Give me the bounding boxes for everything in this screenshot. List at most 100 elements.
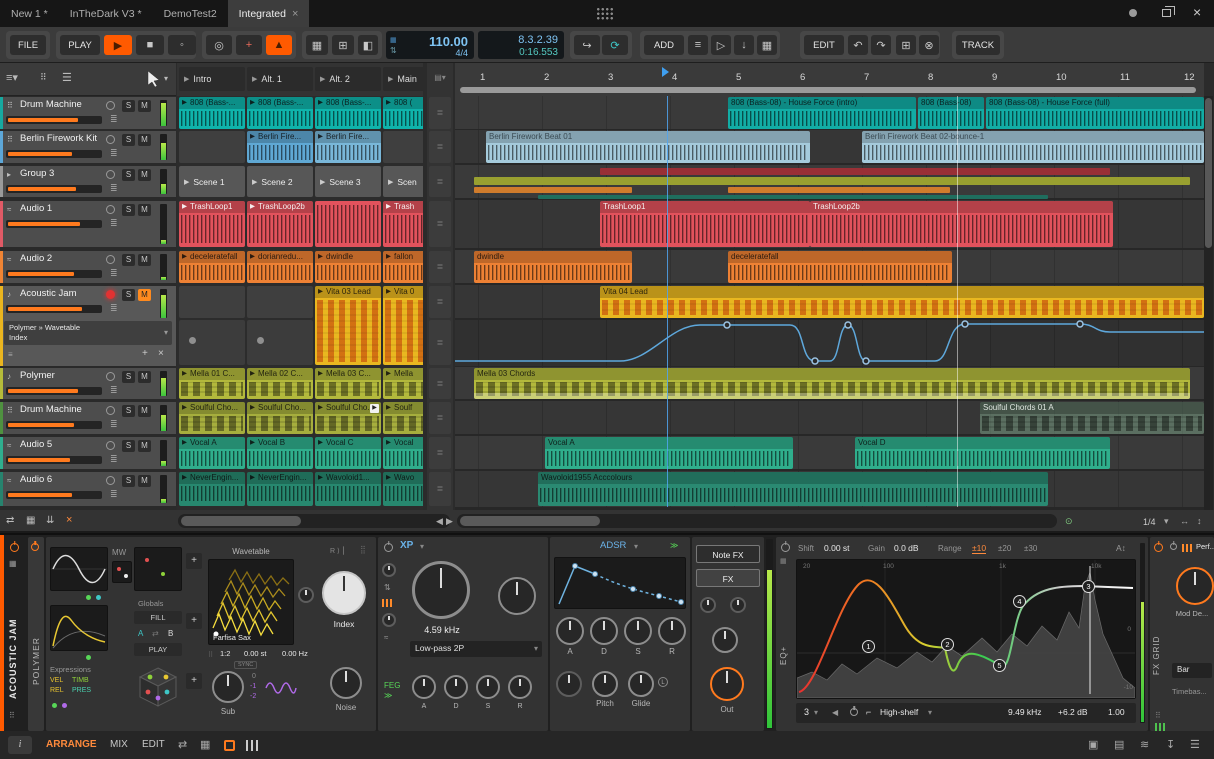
automation-curve[interactable] — [455, 320, 1204, 366]
scene-header[interactable]: ▶ Intro — [179, 67, 245, 91]
arranger-clip[interactable]: TrashLoop1 — [600, 201, 810, 247]
browser-panel-icon[interactable]: ▦ — [757, 35, 777, 55]
volume-slider[interactable] — [6, 456, 102, 464]
chevron-down-icon[interactable]: ▾ — [634, 542, 638, 551]
bar-dropdown[interactable]: Bar — [1172, 663, 1212, 678]
sustain-knob[interactable] — [624, 617, 652, 645]
clip-play-icon[interactable]: ▶ — [318, 437, 323, 449]
grid-resolution-value[interactable]: 1/4 — [1143, 517, 1156, 527]
duplicate-icon[interactable]: ⊞ — [896, 35, 916, 55]
eq-band-3-handle[interactable]: 3 — [1082, 580, 1095, 593]
track-list-menu-icon[interactable]: ≡▾ — [6, 71, 18, 84]
clip-play-icon[interactable]: ▶ — [250, 472, 255, 484]
range-20-option[interactable]: ±20 — [998, 544, 1011, 553]
wavetable-display[interactable]: Farfisa Sax — [208, 559, 294, 645]
playhead-marker[interactable] — [662, 67, 669, 77]
import-icon[interactable]: ↓ — [734, 35, 754, 55]
track-row[interactable]: ⠿ Drum Machine S M ≣ — [0, 97, 176, 129]
swap-panels-icon[interactable]: ⇄ — [6, 515, 14, 526]
sync-badge[interactable]: SYNC — [234, 661, 258, 669]
stop-clip-button[interactable]: ≣ — [429, 97, 451, 129]
solo-button[interactable]: S — [122, 371, 135, 383]
project-tab-active[interactable]: Integrated × — [227, 0, 310, 27]
record-button[interactable]: ◦ — [168, 35, 196, 55]
arranger-clip[interactable]: dwindle — [474, 251, 632, 283]
xy-pad[interactable] — [112, 561, 132, 583]
mute-button[interactable]: M — [138, 254, 151, 266]
launcher-clip[interactable]: ▶ Berlin Fire... — [315, 131, 381, 163]
add-oscillator-button[interactable]: + — [186, 553, 202, 569]
arm-button[interactable] — [106, 476, 115, 485]
launcher-clip[interactable]: ▶ Trash — [383, 201, 423, 247]
arm-button[interactable] — [106, 135, 115, 144]
track-options-icon[interactable]: ≣ — [110, 303, 118, 314]
track-name[interactable]: Drum Machine — [20, 404, 82, 415]
launcher-clip[interactable]: ▶ Vocal — [383, 437, 423, 469]
volume-slider[interactable] — [6, 421, 102, 429]
module-power-icon[interactable] — [1170, 543, 1177, 550]
arm-button[interactable] — [106, 205, 115, 214]
tool-dropdown-icon[interactable]: ▾ — [164, 74, 168, 83]
follow-playhead-icon[interactable]: ↪ — [574, 35, 600, 55]
index-mod-knob[interactable] — [298, 587, 314, 603]
envelope-display[interactable] — [50, 605, 108, 651]
solo-button[interactable]: S — [122, 475, 135, 487]
mod-source-dot[interactable] — [52, 703, 57, 708]
add-lane-icon[interactable]: + — [142, 348, 148, 359]
collapse-tracks-icon[interactable]: ⇊ — [46, 515, 54, 526]
launcher-clip[interactable]: ▶ TrashLoop1 — [179, 201, 245, 247]
device-power-icon[interactable] — [1154, 543, 1163, 552]
clip-play-icon[interactable]: ▶ — [388, 178, 393, 186]
launcher-clip[interactable]: ▶ Vita 03 Lead — [315, 286, 381, 365]
track-options-icon[interactable]: ≣ — [110, 419, 118, 430]
undo-icon[interactable]: ↶ — [848, 35, 868, 55]
clip-play-icon[interactable]: ▶ — [182, 437, 187, 449]
arranger-timeline[interactable]: 808 (Bass-08) - House Force (intro) 808 … — [455, 96, 1204, 510]
zoom-vertical-icon[interactable]: ↕ — [1197, 516, 1202, 526]
arm-button[interactable] — [106, 372, 115, 381]
scene-play-icon[interactable]: ▶ — [184, 75, 189, 83]
oscillator-display[interactable] — [50, 547, 108, 591]
feg-sustain-knob[interactable] — [476, 675, 500, 699]
edit-view-button[interactable]: EDIT — [142, 739, 165, 750]
zoom-to-fit-icon[interactable]: ⊙ — [1065, 516, 1073, 527]
glide-knob[interactable] — [628, 671, 654, 697]
eq-band-1-handle[interactable]: 1 — [862, 640, 875, 653]
selected-band-number[interactable]: 3 — [804, 707, 809, 717]
feg-decay-knob[interactable] — [444, 675, 468, 699]
solo-button[interactable]: S — [122, 254, 135, 266]
display-profile-icon[interactable]: ▣ — [1088, 738, 1098, 751]
close-window-icon[interactable]: × — [1193, 4, 1201, 20]
add-button[interactable]: ADD — [644, 35, 684, 55]
rel-expression[interactable]: REL — [50, 687, 64, 694]
arranger-clip[interactable]: 808 (Bass-08) - House Force (intro) — [728, 97, 916, 129]
spread-knob[interactable] — [700, 597, 716, 613]
glide-latch-icon[interactable]: L — [658, 677, 668, 687]
feg-attack-knob[interactable] — [412, 675, 436, 699]
zoom-horizontal-icon[interactable]: ↔ — [1180, 516, 1189, 526]
track-name[interactable]: Audio 6 — [20, 474, 52, 485]
keytrack-icon[interactable] — [382, 599, 393, 607]
mute-button[interactable]: M — [138, 169, 151, 181]
sub-octave-2[interactable]: -2 — [250, 693, 256, 700]
mix-knob[interactable] — [712, 627, 738, 653]
track-name[interactable]: Audio 5 — [20, 439, 52, 450]
automation-slot[interactable] — [247, 320, 313, 365]
launcher-clip[interactable]: ▶ dorianredu... — [247, 251, 313, 283]
metronome-icon[interactable]: ▲ — [266, 35, 292, 55]
scroll-left-icon[interactable]: ◀ — [436, 516, 443, 527]
loop-toggle-icon[interactable]: ⟳ — [602, 35, 628, 55]
track-name[interactable]: Acoustic Jam — [20, 288, 77, 299]
clip-play-icon[interactable]: ▶ — [386, 286, 391, 298]
track-row[interactable]: ≈ Audio 5 S M ≣ — [0, 437, 176, 469]
mute-button[interactable]: M — [138, 475, 151, 487]
prev-band-icon[interactable]: ◀ — [832, 708, 838, 717]
file-button[interactable]: FILE — [10, 35, 46, 55]
track-row-selected[interactable]: ♪ Acoustic Jam S M ≣ Polymer » Wavetable… — [0, 286, 176, 366]
mod-source-dot[interactable] — [96, 595, 101, 600]
clip-play-icon[interactable]: ▶ — [250, 251, 255, 263]
clip-play-icon[interactable]: ▶ — [250, 402, 255, 414]
launcher-clip[interactable]: ▶ Soulf — [383, 402, 423, 434]
notes-panel-icon[interactable]: ▤ — [1114, 738, 1124, 751]
track-row[interactable]: ≈ Audio 6 S M ≣ — [0, 472, 176, 506]
